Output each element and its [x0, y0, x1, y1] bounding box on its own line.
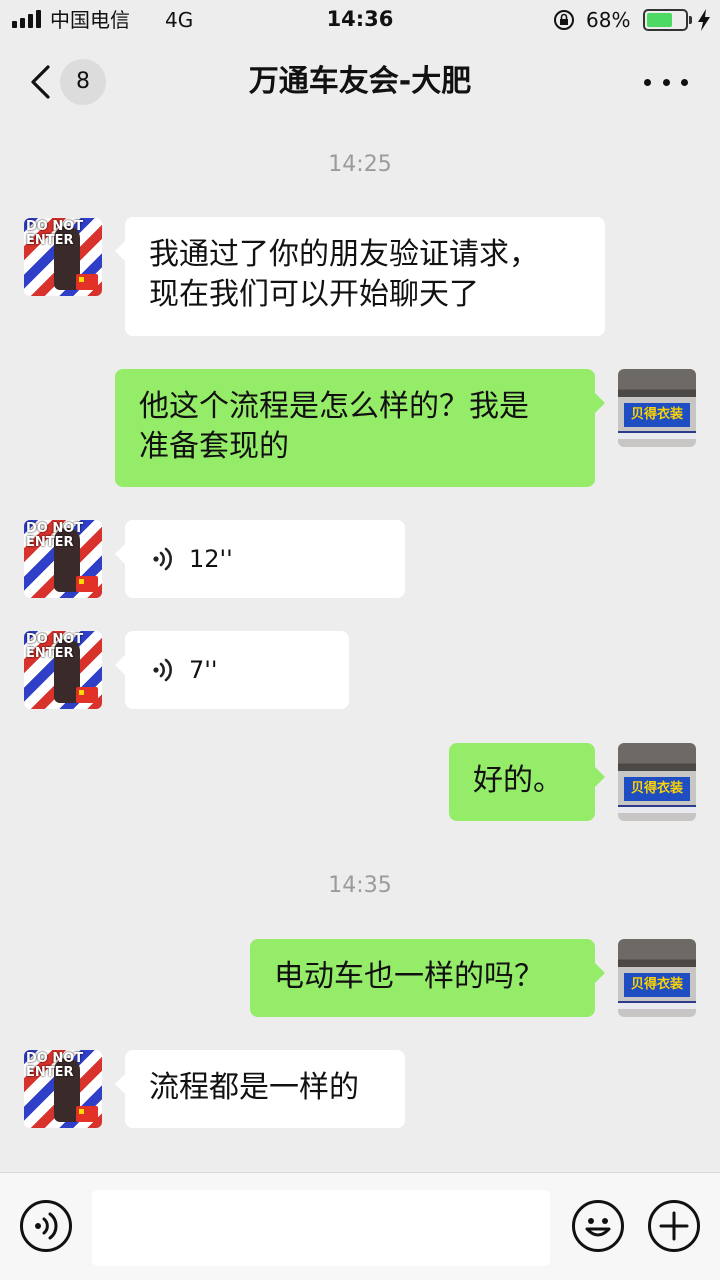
more-functions-button[interactable] — [648, 1200, 700, 1252]
message-input[interactable] — [92, 1190, 550, 1266]
plus-icon — [659, 1211, 689, 1241]
message-bubble-outgoing[interactable]: 好的。 — [449, 743, 605, 821]
message-text-line: 准备套现的 — [139, 429, 289, 464]
voice-duration: 7'' — [189, 656, 218, 684]
voice-wave-icon — [153, 658, 172, 682]
message-timestamp: 14:35 — [328, 873, 392, 898]
status-bar: 中国电信 4G 14:36 68% — [0, 0, 720, 40]
orientation-lock-icon — [554, 10, 574, 30]
contact-avatar[interactable]: DO NOT ENTER — [24, 218, 102, 296]
message-text: 好的。 — [473, 763, 563, 798]
emoji-button[interactable] — [572, 1200, 624, 1252]
voice-input-icon — [35, 1212, 58, 1240]
input-bar — [0, 1172, 720, 1280]
voice-wave-icon — [153, 547, 172, 571]
chat-area[interactable]: 14:25 DO NOT ENTER 我通过了你的朋友验证请求， 现在我们可以开… — [0, 124, 720, 1172]
contact-avatar[interactable]: DO NOT ENTER — [24, 631, 102, 709]
my-avatar[interactable]: 贝得衣装 — [618, 743, 696, 821]
message-bubble-incoming[interactable]: 我通过了你的朋友验证请求， 现在我们可以开始聊天了 — [115, 217, 605, 336]
contact-avatar[interactable]: DO NOT ENTER — [24, 1050, 102, 1128]
message-text: 流程都是一样的 — [149, 1070, 359, 1105]
voice-duration: 12'' — [189, 545, 233, 573]
voice-input-button[interactable] — [20, 1200, 72, 1252]
battery-percent: 68% — [586, 8, 631, 32]
message-bubble-outgoing[interactable]: 电动车也一样的吗？ — [250, 939, 605, 1017]
battery-icon — [643, 9, 692, 31]
message-text: 电动车也一样的吗？ — [274, 959, 544, 994]
chat-title: 万通车友会-大肥 — [248, 64, 472, 99]
message-text-line: 我通过了你的朋友验证请求， — [149, 237, 539, 272]
message-bubble-outgoing[interactable]: 他这个流程是怎么样的？我是 准备套现的 — [115, 369, 605, 487]
voice-message-bubble[interactable]: 12'' — [115, 520, 405, 598]
message-text-line: 现在我们可以开始聊天了 — [149, 277, 479, 312]
emoji-icon — [585, 1218, 611, 1237]
battery-fill — [647, 13, 673, 27]
my-avatar[interactable]: 贝得衣装 — [618, 939, 696, 1017]
message-timestamp: 14:25 — [328, 152, 392, 177]
message-bubble-incoming[interactable]: 流程都是一样的 — [115, 1050, 405, 1128]
voice-message-bubble[interactable]: 7'' — [115, 631, 349, 709]
my-avatar[interactable]: 贝得衣装 — [618, 369, 696, 447]
contact-avatar[interactable]: DO NOT ENTER — [24, 520, 102, 598]
more-icon[interactable] — [644, 70, 688, 94]
message-text-line: 他这个流程是怎么样的？我是 — [139, 389, 529, 424]
charging-icon — [698, 9, 710, 31]
nav-bar: 8 万通车友会-大肥 — [0, 40, 720, 124]
